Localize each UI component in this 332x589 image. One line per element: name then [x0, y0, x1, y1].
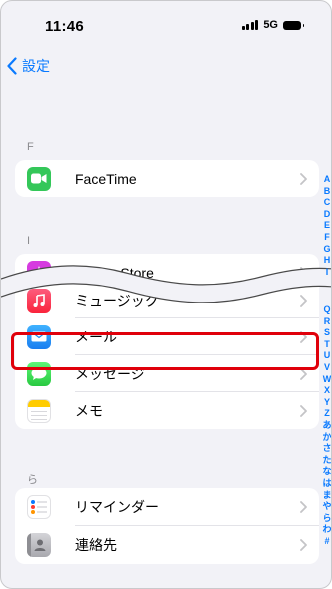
chevron-right-icon: [300, 539, 307, 551]
status-time: 11:46: [45, 18, 85, 35]
index-letter[interactable]: H: [324, 255, 331, 267]
index-letter[interactable]: ま: [322, 490, 331, 502]
index-letter[interactable]: W: [323, 374, 331, 386]
index-letter[interactable]: A: [324, 174, 331, 186]
signal-icon: [241, 20, 259, 30]
index-letter[interactable]: や: [322, 501, 331, 513]
index-letter[interactable]: は: [322, 478, 331, 490]
contacts-icon: [27, 533, 51, 557]
index-letter[interactable]: E: [324, 220, 330, 232]
index-letter[interactable]: U: [324, 350, 331, 362]
facetime-icon: [27, 166, 51, 191]
index-letter[interactable]: F: [324, 232, 330, 244]
network-label: 5G: [263, 19, 278, 31]
chevron-left-icon: [7, 57, 17, 75]
index-letter[interactable]: S: [324, 327, 330, 339]
section-header-ra: ら: [27, 474, 38, 486]
section-header-f: F: [27, 141, 34, 153]
index-letter[interactable]: あ: [322, 420, 331, 432]
index-letter[interactable]: Z: [324, 408, 330, 420]
cut-wave: [1, 265, 331, 303]
index-letter[interactable]: #: [324, 536, 329, 548]
index-letter[interactable]: R: [324, 316, 331, 328]
group-f: FaceTime: [15, 160, 319, 197]
section-header-i: I: [27, 235, 31, 247]
item-label: リマインダー: [75, 499, 159, 515]
index-letter[interactable]: Y: [324, 397, 330, 409]
chevron-right-icon: [300, 172, 307, 185]
item-label: FaceTime: [75, 170, 137, 187]
highlight-box: [11, 332, 319, 370]
section-index-bottom[interactable]: Q R S T U V W X Y Z あかさたなはまやらわ #: [321, 304, 331, 548]
item-label: 連絡先: [75, 537, 117, 553]
back-label: 設定: [22, 58, 50, 74]
index-letter[interactable]: T: [324, 339, 330, 351]
notes-icon: [27, 398, 51, 423]
group-ra: リマインダー 連絡先: [15, 488, 319, 564]
chevron-right-icon: [300, 501, 307, 513]
index-letter[interactable]: ら: [322, 513, 331, 525]
index-letter[interactable]: X: [324, 385, 330, 397]
index-letter[interactable]: D: [324, 209, 331, 221]
index-letter[interactable]: C: [324, 197, 331, 209]
index-letter[interactable]: さ: [322, 443, 331, 455]
index-letter[interactable]: か: [322, 432, 331, 444]
status-indicators: 5G: [241, 19, 304, 31]
item-label: メモ: [75, 402, 103, 419]
index-letter[interactable]: G: [323, 244, 330, 256]
list-item-facetime[interactable]: FaceTime: [15, 160, 319, 197]
index-letter[interactable]: わ: [322, 524, 331, 536]
index-letter[interactable]: B: [324, 186, 331, 198]
index-letter[interactable]: Q: [323, 304, 330, 316]
list-item-contacts[interactable]: 連絡先: [15, 526, 319, 564]
index-letter[interactable]: た: [322, 455, 331, 467]
phone-screen: 11:46 5G 設定 F FaceTime I iTunes Store: [0, 0, 332, 589]
battery-icon: [283, 20, 304, 30]
chevron-right-icon: [300, 404, 307, 417]
list-item-reminders[interactable]: リマインダー: [15, 488, 319, 526]
reminders-icon: [27, 495, 51, 519]
index-letter[interactable]: I: [326, 267, 329, 279]
index-letter[interactable]: V: [324, 362, 330, 374]
list-item-notes[interactable]: メモ: [15, 392, 319, 429]
section-index-top[interactable]: ABCDEFGHI: [321, 174, 331, 279]
back-button[interactable]: 設定: [7, 56, 50, 76]
index-letter[interactable]: な: [322, 466, 331, 478]
